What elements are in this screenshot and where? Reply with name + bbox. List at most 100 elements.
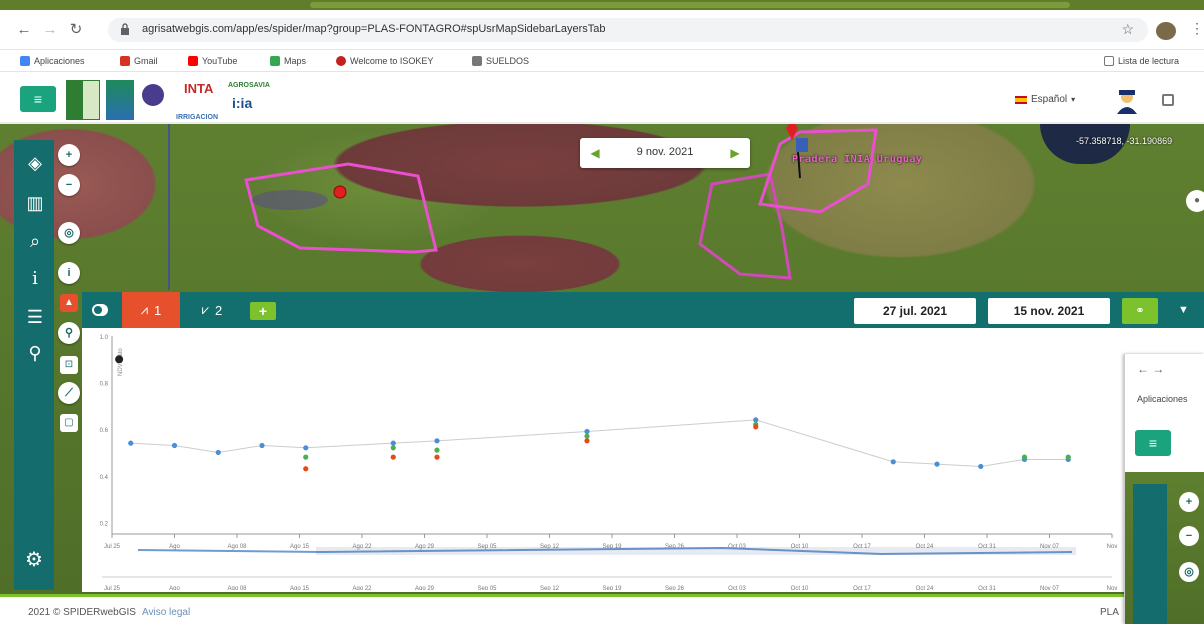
- apps-grid-icon: [20, 56, 30, 66]
- zoom-box-icon[interactable]: ⊡: [60, 356, 78, 374]
- app-header: ≡ INTA AGROSAVIA i:ia IRRIGACION Español…: [0, 72, 1204, 124]
- chart-toolbar: ⩘ 1 ⩗ 2 + 27 jul. 2021 15 nov. 2021 ⚭ ▼: [82, 292, 1204, 328]
- ndvi-chart[interactable]: 0.20.40.60.81.0NDVI datoJul 25Jul 25AgoA…: [82, 328, 1122, 590]
- browser-menu-icon[interactable]: ⋮: [1190, 20, 1204, 37]
- bookmark-maps[interactable]: Maps: [270, 54, 306, 68]
- layers-icon[interactable]: ◈: [24, 152, 46, 174]
- thumb-locate-icon: ◎: [1179, 562, 1199, 582]
- settings-gear-icon[interactable]: ⚙: [14, 540, 54, 580]
- thumb-bookmark: Aplicaciones: [1137, 394, 1188, 404]
- copyright-text: 2021 © SPIDERwebGIS Aviso legal: [28, 607, 191, 618]
- footer: 2021 © SPIDERwebGIS Aviso legal PLA: [0, 594, 1204, 624]
- hamburger-icon[interactable]: ≡: [20, 86, 56, 112]
- apply-dates-button[interactable]: ⚭: [1122, 298, 1158, 324]
- locate-icon[interactable]: ◎: [58, 222, 80, 244]
- info-tool-icon[interactable]: i: [58, 262, 80, 284]
- line-chart-icon: ⩗: [201, 302, 210, 317]
- navigator-tick-label: Sep 19: [602, 586, 622, 590]
- bookmark-sueldos[interactable]: SUELDOS: [472, 54, 529, 68]
- overlay-screenshot: ← → Aplicaciones ≡ + − ◎: [1124, 354, 1204, 624]
- bookmark-isokey[interactable]: Welcome to ISOKEY: [336, 54, 433, 68]
- map-current-date: 9 nov. 2021: [636, 146, 694, 158]
- next-date-icon[interactable]: ▶: [726, 144, 744, 162]
- thumb-hamburger-icon: ≡: [1135, 430, 1171, 456]
- data-point: [934, 461, 940, 467]
- spain-flag-icon: [1015, 95, 1027, 104]
- zoom-out-icon[interactable]: −: [58, 174, 80, 196]
- add-chart-button[interactable]: +: [250, 302, 276, 320]
- data-point: [171, 442, 178, 449]
- data-point: [978, 463, 984, 470]
- data-point: [390, 454, 396, 460]
- navigator-tick-label: Ago 08: [227, 586, 247, 590]
- bookmark-youtube[interactable]: YouTube: [188, 54, 237, 68]
- y-tick-label: 0.4: [100, 475, 109, 481]
- navigator-tick-label: Ago 29: [415, 586, 435, 590]
- search-icon[interactable]: ⌕: [24, 230, 46, 252]
- end-date-field[interactable]: 15 nov. 2021: [988, 298, 1110, 324]
- extension-icon[interactable]: [1156, 22, 1176, 40]
- data-point: [259, 442, 265, 449]
- data-point: [434, 454, 440, 460]
- map-options-icon[interactable]: ●: [1186, 190, 1204, 212]
- tab-chart-1[interactable]: ⩘ 1: [122, 292, 180, 328]
- data-point: [303, 445, 309, 451]
- partner-logo-2: [142, 84, 164, 106]
- tab-chart-2[interactable]: ⩗ 2: [188, 292, 236, 328]
- address-bar[interactable]: agrisatwebgis.com/app/es/spider/map?grou…: [108, 18, 1148, 42]
- data-point: [390, 445, 396, 451]
- thumb-zoom-in-icon: +: [1179, 492, 1199, 512]
- navigator-tick-label: Ago 22: [352, 586, 372, 590]
- bookmark-gmail[interactable]: Gmail: [120, 54, 158, 68]
- navigator-tick-label: Oct 03: [728, 586, 746, 590]
- user-avatar[interactable]: [1114, 88, 1140, 114]
- toggle-switch[interactable]: [92, 304, 108, 316]
- y-tick-label: 0.8: [100, 382, 109, 388]
- lock-icon: [121, 23, 129, 35]
- irrigacion-logo: IRRIGACION: [176, 114, 218, 121]
- window-icon[interactable]: [1162, 94, 1174, 106]
- browser-toolbar: ← → ↻ agrisatwebgis.com/app/es/spider/ma…: [0, 10, 1204, 50]
- zoom-in-icon[interactable]: +: [58, 144, 80, 166]
- reload-icon[interactable]: ↻: [66, 20, 86, 40]
- map-icon[interactable]: ▥: [24, 192, 46, 214]
- bookmark-star-icon[interactable]: ☆: [1121, 21, 1134, 38]
- measure-icon[interactable]: ⟋: [58, 382, 80, 404]
- y-tick-label: 0.6: [100, 428, 109, 434]
- info-icon[interactable]: i: [24, 268, 46, 290]
- iia-logo: i:ia: [232, 95, 253, 111]
- data-point: [584, 433, 590, 439]
- y-tick-label: 1.0: [100, 335, 109, 341]
- navigator-tick-label: Jul 25: [104, 586, 121, 590]
- thumb-nav-icons: ← →: [1137, 362, 1165, 376]
- navigator-tick-label: Nov 07: [1040, 586, 1060, 590]
- location-pin-icon[interactable]: ⚲: [24, 342, 46, 364]
- prev-date-icon[interactable]: ◀: [586, 144, 604, 162]
- x-tick-label: Jul 25: [104, 544, 121, 550]
- chart-tab-icon: ⩘: [140, 302, 149, 317]
- chart-tool-icon[interactable]: ▲: [60, 294, 78, 312]
- select-area-icon[interactable]: ▢: [60, 414, 78, 432]
- collapse-icon[interactable]: ▼: [1178, 304, 1189, 316]
- back-icon[interactable]: ←: [14, 20, 34, 40]
- list-icon[interactable]: ☰: [24, 306, 46, 328]
- gmail-icon: [120, 56, 130, 66]
- reading-list[interactable]: Lista de lectura: [1104, 54, 1179, 68]
- start-date-field[interactable]: 27 jul. 2021: [854, 298, 976, 324]
- reading-list-icon: [1104, 56, 1114, 66]
- maps-icon: [270, 56, 280, 66]
- map-coordinates: -57.358718, -31.190869: [1076, 136, 1173, 146]
- bookmarks-bar: Aplicaciones Gmail YouTube Maps Welcome …: [0, 50, 1204, 72]
- isokey-icon: [336, 56, 346, 66]
- agrosavia-logo: AGROSAVIA: [228, 82, 270, 89]
- navigator-tick-label: Oct 31: [978, 586, 996, 590]
- language-selector[interactable]: Español ▾: [1015, 94, 1075, 105]
- legal-link[interactable]: Aviso legal: [142, 607, 190, 618]
- data-point: [434, 438, 440, 444]
- sueldos-icon: [472, 56, 482, 66]
- forward-icon[interactable]: →: [40, 20, 60, 40]
- data-point: [584, 438, 590, 444]
- bookmark-apps[interactable]: Aplicaciones: [20, 54, 85, 68]
- pin-tool-icon[interactable]: ⚲: [58, 322, 80, 344]
- thumb-zoom-out-icon: −: [1179, 526, 1199, 546]
